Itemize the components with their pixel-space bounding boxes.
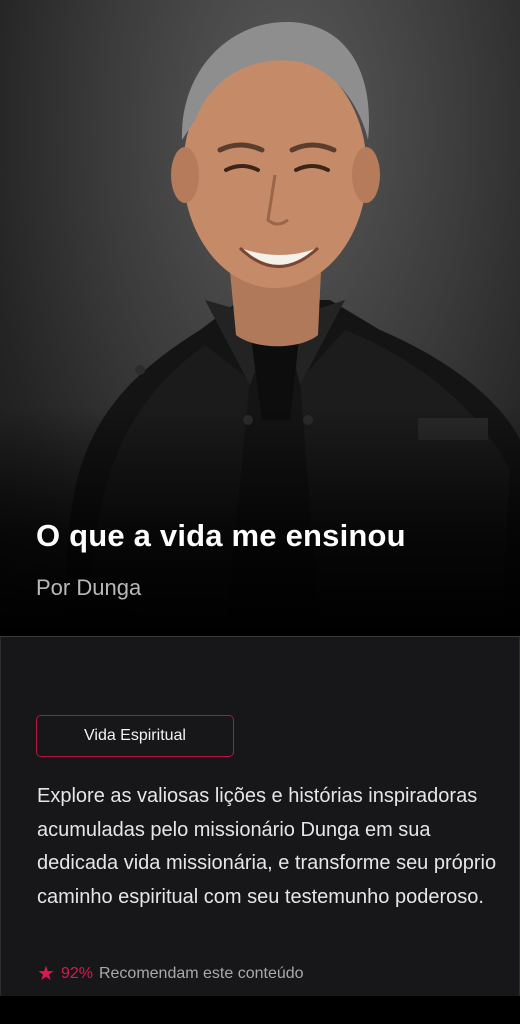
course-author: Por Dunga [36,575,142,600]
recommendation-label: Recomendam este conteúdo [98,965,304,982]
bottom-strip [0,996,520,1024]
category-chip[interactable]: Vida Espiritual [36,715,234,757]
recommendation-rating: ★ 92% Recomendam este conteúdo [37,964,304,984]
course-hero: O que a vida me ensinou Por Dunga [0,0,520,636]
star-icon: ★ [37,963,55,985]
recommendation-percent: 92% [60,965,93,982]
course-detail-screen: O que a vida me ensinou Por Dunga Vida E… [0,0,520,1024]
course-description: Explore as valiosas lições e histórias i… [37,785,497,908]
course-title: O que a vida me ensinou [36,518,406,553]
course-details-card: Vida Espiritual Explore as valiosas liçõ… [0,636,520,996]
